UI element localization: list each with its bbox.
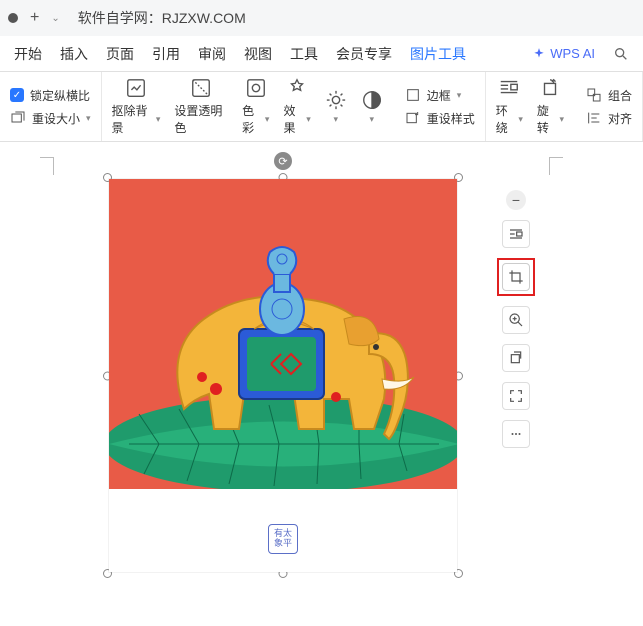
menu-review[interactable]: 审阅 — [198, 44, 226, 64]
layout-options-button[interactable] — [502, 220, 530, 248]
contrast-button[interactable]: ▾ — [361, 89, 383, 125]
menu-tools[interactable]: 工具 — [290, 44, 318, 64]
menubar: 开始 插入 页面 引用 审阅 视图 工具 会员专享 图片工具 WPS AI — [0, 36, 643, 72]
crop-highlight-box — [497, 258, 535, 296]
tab-indicator[interactable] — [8, 13, 18, 23]
lock-aspect-ratio[interactable]: ✓ 锁定纵横比 — [10, 87, 91, 104]
menu-member[interactable]: 会员专享 — [336, 44, 392, 64]
more-icon — [508, 428, 524, 440]
reset-size-icon — [10, 110, 26, 126]
wrap-button[interactable]: 环绕▾ — [496, 77, 523, 136]
arrange-group: 环绕▾ 旋转▾ 组合 对齐 — [486, 72, 643, 141]
reset-button[interactable] — [502, 344, 530, 372]
zoom-icon — [508, 312, 524, 328]
new-tab-button[interactable]: + — [26, 9, 43, 27]
brightness-icon — [325, 89, 347, 111]
transparent-icon — [190, 77, 212, 99]
wps-ai-icon — [532, 47, 546, 61]
menu-start[interactable]: 开始 — [14, 44, 42, 64]
titlebar: + ⌄ 软件自学网：RJZXW.COM — [0, 0, 643, 36]
fullscreen-button[interactable] — [502, 382, 530, 410]
align-button[interactable]: 对齐 — [586, 110, 632, 127]
fullscreen-icon — [508, 388, 524, 404]
image-caption-stamp: 有太 象平 — [268, 524, 298, 554]
floating-image-tools: − — [497, 190, 535, 448]
more-button[interactable] — [502, 420, 530, 448]
color-button[interactable]: 色彩▾ — [242, 77, 269, 136]
search-icon[interactable] — [613, 46, 629, 62]
rotate-button[interactable]: 旋转▾ — [537, 77, 564, 136]
menu-reference[interactable]: 引用 — [152, 44, 180, 64]
ribbon-toolbar: ✓ 锁定纵横比 重设大小▾ 抠除背景▾ 设置透明色 色彩▾ 效果▾ ▾ — [0, 72, 643, 142]
adjust-group: 抠除背景▾ 设置透明色 色彩▾ 效果▾ ▾ ▾ 边框▾ — [102, 72, 486, 141]
effect-icon — [286, 77, 308, 99]
collapse-button[interactable]: − — [506, 190, 526, 210]
effect-button[interactable]: 效果▾ — [283, 77, 310, 136]
layout-icon — [508, 226, 524, 242]
elephant-shape — [144, 229, 424, 459]
menu-insert[interactable]: 插入 — [60, 44, 88, 64]
rotation-handle[interactable]: ⟳ — [274, 152, 292, 170]
brightness-button[interactable]: ▾ — [325, 89, 347, 125]
set-transparent-button[interactable]: 设置透明色 — [174, 77, 228, 136]
checkbox-icon: ✓ — [10, 88, 24, 102]
size-group: ✓ 锁定纵横比 重设大小▾ — [0, 72, 102, 141]
menu-view[interactable]: 视图 — [244, 44, 272, 64]
wrap-icon — [498, 77, 520, 99]
group-icon — [586, 87, 602, 103]
rotate-icon — [539, 77, 561, 99]
menu-page[interactable]: 页面 — [106, 44, 134, 64]
selected-image[interactable]: ⟳ — [108, 178, 458, 573]
image-content: 有太 象平 — [109, 179, 457, 572]
remove-bg-icon — [125, 77, 147, 99]
contrast-icon — [361, 89, 383, 111]
group-button[interactable]: 组合 — [586, 87, 632, 104]
menu-picture-tools[interactable]: 图片工具 — [410, 44, 466, 64]
crop-icon — [508, 269, 524, 285]
window-title: 软件自学网：RJZXW.COM — [78, 8, 246, 28]
illustration — [109, 179, 457, 489]
reset-style-button[interactable]: 重设样式 — [405, 110, 475, 127]
zoom-button[interactable] — [502, 306, 530, 334]
reset-size-button[interactable]: 重设大小▾ — [10, 110, 91, 127]
tab-menu-dropdown[interactable]: ⌄ — [51, 13, 59, 24]
reset-icon — [508, 350, 524, 366]
border-button[interactable]: 边框▾ — [405, 87, 475, 104]
color-icon — [245, 77, 267, 99]
wps-ai-button[interactable]: WPS AI — [532, 46, 595, 61]
document-canvas[interactable]: ⟳ — [0, 142, 643, 626]
remove-background-button[interactable]: 抠除背景▾ — [112, 77, 161, 136]
reset-style-icon — [405, 110, 421, 126]
crop-button[interactable] — [502, 263, 530, 291]
align-icon — [586, 110, 602, 126]
border-icon — [405, 87, 421, 103]
